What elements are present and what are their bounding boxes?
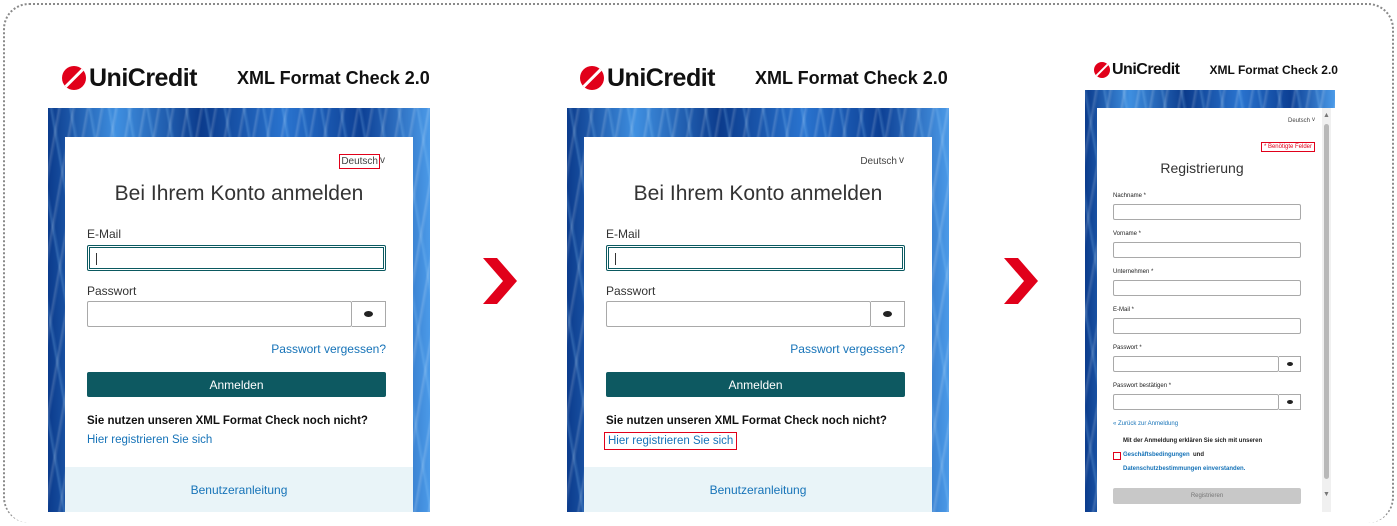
unicredit-logo-icon [1094,62,1110,78]
panel3-background: Deutsch v * Benötigte Felder Registrieru… [1085,90,1335,512]
chevron-down-icon[interactable]: v [1312,117,1315,123]
register-question: Sie nutzen unseren XML Format Check noch… [606,415,887,427]
panel1-background: Deutsch v Bei Ihrem Konto anmelden E-Mai… [48,108,430,512]
nachname-input[interactable] [1113,204,1301,220]
chevron-right-icon [1004,258,1038,304]
privacy-link[interactable]: Datenschutzbestimmungen einverstanden. [1123,466,1245,472]
login-card: Deutsch v Bei Ihrem Konto anmelden E-Mai… [65,137,413,512]
unicredit-logo: UniCredit [580,63,716,93]
chevron-down-icon[interactable]: v [380,155,385,166]
eye-icon [883,311,892,317]
eye-icon [364,311,373,317]
login-button[interactable]: Anmelden [606,372,905,397]
logo-text: UniCredit [89,63,198,92]
language-label: Deutsch [1287,118,1310,124]
consent-checkbox[interactable] [1113,452,1121,460]
language-selector[interactable]: Deutsch [860,156,897,167]
language-label: Deutsch [860,156,897,167]
scrollbar-thumb[interactable] [1324,124,1329,479]
field-label-nachname: Nachname * [1113,193,1147,199]
eye-icon [1286,400,1293,404]
password-input[interactable] [1113,356,1279,372]
text-caret [96,253,97,265]
chevron-right-icon [483,258,517,304]
language-selector[interactable]: Deutsch [339,154,380,169]
logo-text: UniCredit [1112,61,1180,78]
register-button[interactable]: Registrieren [1113,488,1301,504]
page-title: Bei Ihrem Konto anmelden [114,182,364,205]
show-password-button[interactable] [871,301,905,327]
unicredit-logo: UniCredit [1094,61,1180,79]
email-label: E-Mail [87,227,122,241]
panel2-header: UniCredit XML Format Check 2.0 [580,62,960,94]
eye-icon [1286,362,1293,366]
user-guide-link[interactable]: Benutzeranleitung [191,483,288,497]
consent-text: Mit der Anmeldung erklären Sie sich mit … [1123,438,1263,444]
app-title: XML Format Check 2.0 [237,67,430,88]
scrollbar[interactable]: ▲ ▼ [1322,108,1331,512]
footer-bar: Benutzeranleitung [65,467,413,512]
login-button[interactable]: Anmelden [87,372,386,397]
page-title: Bei Ihrem Konto anmelden [633,182,883,205]
panel1-header: UniCredit XML Format Check 2.0 [62,62,442,94]
user-guide-link[interactable]: Benutzeranleitung [710,483,807,497]
consent-and-text: und [1193,452,1204,458]
password-label: Passwort [606,284,656,298]
language-selector[interactable]: Deutsch [1288,118,1310,124]
register-link[interactable]: Hier registrieren Sie sich [603,432,738,450]
triangle-down-icon[interactable]: ▼ [1323,491,1330,498]
unternehmen-input[interactable] [1113,280,1301,296]
unicredit-logo-icon [62,66,86,90]
register-link[interactable]: Hier registrieren Sie sich [87,434,212,446]
panel2-background: Deutsch v Bei Ihrem Konto anmelden E-Mai… [567,108,949,512]
forgot-password-link[interactable]: Passwort vergessen? [271,342,386,356]
back-to-login-link[interactable]: « Zurück zur Anmeldung [1113,421,1178,427]
text-caret [615,253,616,265]
language-label: Deutsch [341,156,378,167]
terms-link[interactable]: Geschäftsbedingungen [1123,452,1190,458]
email-input[interactable] [1113,318,1301,334]
confirm-password-input[interactable] [1113,394,1279,410]
chevron-down-icon[interactable]: v [899,155,904,166]
field-label-passwort-bestaetigen: Passwort bestätigen * [1113,383,1172,389]
email-label: E-Mail [606,227,641,241]
email-input[interactable] [606,245,905,271]
unicredit-logo-icon [580,66,604,90]
register-card: Deutsch v * Benötigte Felder Registrieru… [1097,108,1335,512]
unicredit-logo: UniCredit [62,63,198,93]
app-title: XML Format Check 2.0 [755,67,948,88]
page-title: Registrierung [1160,160,1244,176]
field-label-unternehmen: Unternehmen * [1113,269,1154,275]
logo-text: UniCredit [607,63,716,92]
password-input[interactable] [87,301,352,327]
triangle-up-icon[interactable]: ▲ [1323,112,1330,119]
login-card: Deutsch v Bei Ihrem Konto anmelden E-Mai… [584,137,932,512]
field-label-vorname: Vorname * [1113,231,1142,237]
panel3-header: UniCredit XML Format Check 2.0 [1094,58,1354,82]
password-input[interactable] [606,301,871,327]
vorname-input[interactable] [1113,242,1301,258]
footer-bar: Benutzeranleitung [584,467,932,512]
register-question: Sie nutzen unseren XML Format Check noch… [87,415,368,427]
show-confirm-password-button[interactable] [1279,394,1301,410]
required-fields-note: * Benötigte Felder [1260,142,1316,152]
email-input[interactable] [87,245,386,271]
show-password-button[interactable] [352,301,386,327]
forgot-password-link[interactable]: Passwort vergessen? [790,342,905,356]
app-title: XML Format Check 2.0 [1209,63,1338,77]
password-label: Passwort [87,284,137,298]
field-label-email: E-Mail * [1113,307,1135,313]
field-label-passwort: Passwort * [1113,345,1142,351]
show-password-button[interactable] [1279,356,1301,372]
